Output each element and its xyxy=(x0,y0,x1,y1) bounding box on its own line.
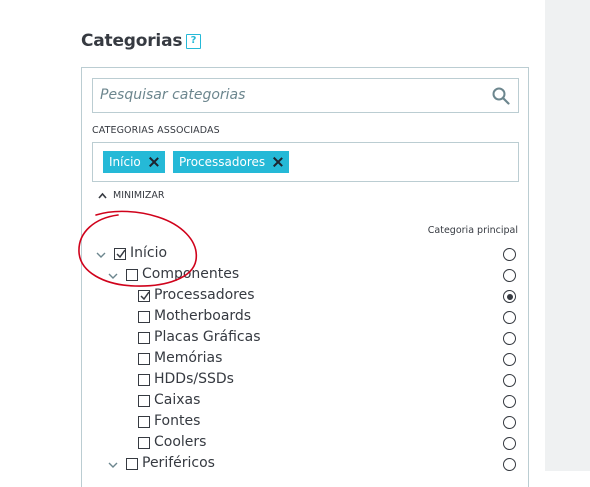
tree-row[interactable]: Periféricos xyxy=(82,455,528,475)
categories-panel: Pesquisar categorias CATEGORIAS ASSOCIAD… xyxy=(81,67,529,487)
tag-label: Processadores xyxy=(179,155,266,169)
tree-row-label: Motherboards xyxy=(154,308,252,324)
tag-processadores: Processadores xyxy=(173,151,290,173)
main-category-radio[interactable] xyxy=(503,332,516,345)
tree-row-label: Memórias xyxy=(154,350,223,366)
tree-row-label: Componentes xyxy=(142,266,240,282)
tree-row-label: Caixas xyxy=(154,392,201,408)
tree-row-label: Início xyxy=(130,245,168,261)
main-category-radio[interactable] xyxy=(503,395,516,408)
tree-row[interactable]: HDDs/SSDs xyxy=(82,371,528,391)
checkbox[interactable] xyxy=(126,458,138,470)
main-category-radio[interactable] xyxy=(503,374,516,387)
minimize-label: MINIMIZAR xyxy=(113,190,165,201)
close-icon[interactable] xyxy=(273,157,283,167)
search-box[interactable]: Pesquisar categorias xyxy=(92,78,519,113)
chevron-down-icon[interactable] xyxy=(108,461,118,469)
tree-row[interactable]: Fontes xyxy=(82,413,528,433)
search-input[interactable]: Pesquisar categorias xyxy=(100,87,245,103)
tree-row[interactable]: Caixas xyxy=(82,392,528,412)
main-category-radio[interactable] xyxy=(503,248,516,261)
close-icon[interactable] xyxy=(149,157,159,167)
help-icon[interactable]: ? xyxy=(186,34,201,49)
main-category-header: Categoria principal xyxy=(427,225,518,236)
tree-row[interactable]: Memórias xyxy=(82,350,528,370)
tree-row-label: Fontes xyxy=(154,413,201,429)
checkbox[interactable] xyxy=(126,269,138,281)
main-category-radio[interactable] xyxy=(503,437,516,450)
main-category-radio[interactable] xyxy=(503,269,516,282)
tree-row-label: Coolers xyxy=(154,434,207,450)
main-category-radio[interactable] xyxy=(503,290,516,303)
tree-row-label: Processadores xyxy=(154,287,255,303)
chevron-down-icon[interactable] xyxy=(108,272,118,280)
checkbox[interactable] xyxy=(138,416,150,428)
tree-row[interactable]: Coolers xyxy=(82,434,528,454)
checkbox[interactable] xyxy=(138,374,150,386)
checkbox[interactable] xyxy=(138,353,150,365)
tree-row-label: Placas Gráficas xyxy=(154,329,261,345)
main-category-radio[interactable] xyxy=(503,311,516,324)
checkbox[interactable] xyxy=(138,437,150,449)
checkbox-checked[interactable] xyxy=(138,290,150,302)
tag-inicio: Início xyxy=(103,151,165,173)
associated-categories-label: CATEGORIAS ASSOCIADAS xyxy=(92,125,220,136)
tree-row-label: Periféricos xyxy=(142,455,215,471)
associated-tags-box: Início Processadores xyxy=(92,142,519,182)
tree-row[interactable]: Motherboards xyxy=(82,308,528,328)
checkbox[interactable] xyxy=(138,311,150,323)
tree-row[interactable]: Início xyxy=(82,245,528,265)
checkbox[interactable] xyxy=(138,395,150,407)
page-title: Categorias xyxy=(81,31,183,51)
right-side-panel xyxy=(545,0,590,471)
search-icon[interactable] xyxy=(492,87,510,105)
chevron-up-icon xyxy=(98,192,107,199)
minimize-toggle[interactable]: MINIMIZAR xyxy=(98,190,165,201)
tree-row[interactable]: Placas Gráficas xyxy=(82,329,528,349)
main-category-radio[interactable] xyxy=(503,458,516,471)
checkbox[interactable] xyxy=(138,332,150,344)
tag-label: Início xyxy=(109,155,141,169)
main-category-radio[interactable] xyxy=(503,353,516,366)
tree-row[interactable]: Componentes xyxy=(82,266,528,286)
chevron-down-icon[interactable] xyxy=(96,251,106,259)
tree-row-label: HDDs/SSDs xyxy=(154,371,234,387)
checkbox-checked[interactable] xyxy=(114,248,126,260)
main-category-radio[interactable] xyxy=(503,416,516,429)
tree-row[interactable]: Processadores xyxy=(82,287,528,307)
